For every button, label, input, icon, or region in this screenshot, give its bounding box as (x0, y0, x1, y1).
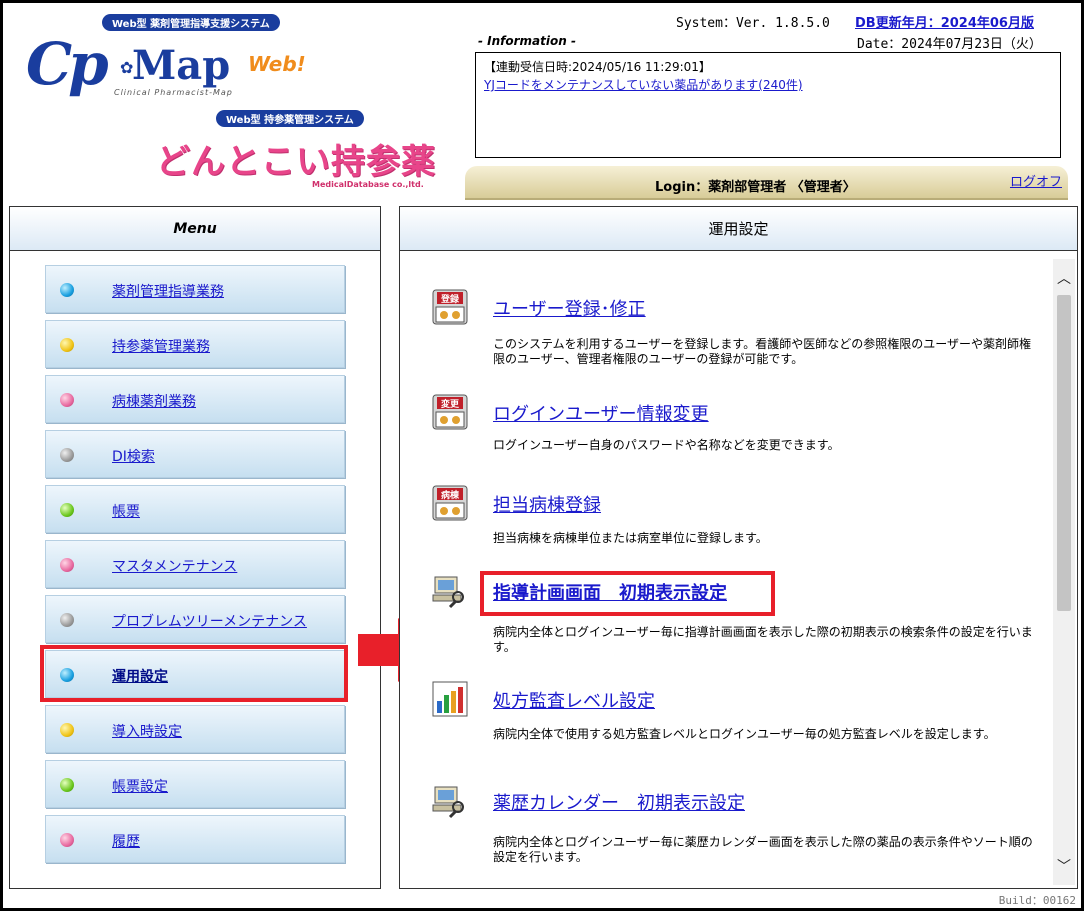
entry-title-link[interactable]: ログインユーザー情報変更 (493, 400, 709, 426)
menu-item-label[interactable]: 帳票設定 (112, 776, 168, 796)
brand-map: Map (132, 42, 231, 89)
henkou-icon: 変更 (432, 394, 468, 430)
menu-item-dounyuuji[interactable]: 導入時設定 (45, 705, 345, 753)
menu-item-chouhyou-settei[interactable]: 帳票設定 (45, 760, 345, 808)
entry-description: 病院内全体とログインユーザー毎に指導計画画面を表示した際の初期表示の検索条件の設… (493, 625, 1033, 654)
information-label: - Information - (478, 34, 576, 48)
entry-title-link[interactable]: 薬歴カレンダー 初期表示設定 (493, 789, 745, 815)
green-dot-icon (60, 503, 74, 517)
highlight-box-main (480, 571, 775, 616)
henkou-icon-text: 変更 (441, 398, 460, 410)
green-dot-icon (60, 778, 74, 792)
tagline-top: Web型 薬剤管理指導支援システム (102, 14, 280, 31)
menu-item-label[interactable]: 薬剤管理指導業務 (112, 281, 224, 301)
info-yj-link[interactable]: YJコードをメンテナンスしていない薬品があります(240件) (484, 78, 803, 92)
pink-dot-icon (60, 833, 74, 847)
entry-title-link[interactable]: ユーザー登録･修正 (493, 295, 646, 321)
touroku-icon-text: 登録 (440, 293, 460, 305)
menu-item-label[interactable]: 病棟薬剤業務 (112, 391, 196, 411)
bar-chart-icon (432, 681, 468, 717)
menu-item-label[interactable]: 導入時設定 (112, 721, 182, 741)
pink-dot-icon (60, 393, 74, 407)
gray-dot-icon (60, 613, 74, 627)
byoutou-icon-text: 病棟 (441, 489, 460, 501)
yellow-dot-icon (60, 338, 74, 352)
menu-item-master[interactable]: マスタメンテナンス (45, 540, 345, 588)
menu-item-di-search[interactable]: DI検索 (45, 430, 345, 478)
computer-tool-icon (432, 786, 464, 819)
menu-item-label[interactable]: マスタメンテナンス (112, 556, 237, 576)
entry-description: 病院内全体で使用する処方監査レベルとログインユーザー毎の処方監査レベルを設定しま… (493, 727, 996, 741)
vertical-scrollbar[interactable]: ︿ ﹀ (1053, 259, 1075, 885)
menu-item-chouhyou[interactable]: 帳票 (45, 485, 345, 533)
entry-description: ログインユーザー自身のパスワードや名称などを変更できます。 (493, 438, 840, 452)
menu-item-label[interactable]: プロブレムツリーメンテナンス (112, 611, 307, 631)
menu-item-label[interactable]: 履歴 (112, 831, 140, 851)
scroll-down-icon[interactable]: ﹀ (1053, 855, 1075, 877)
information-box: 【連動受信日時:2024/05/16 11:29:01】 YJコードをメンテナン… (475, 52, 1061, 158)
brand-web: Web! (248, 52, 306, 76)
menu-item-label[interactable]: 持参薬管理業務 (112, 336, 210, 356)
system-version: System：Ver. 1.8.5.0 (676, 16, 830, 31)
current-date: Date：2024年07月23日（火） (857, 37, 1042, 52)
menu-item-rireki[interactable]: 履歴 (45, 815, 345, 863)
brand-cp: Cp (26, 30, 109, 98)
login-user: Login：薬剤部管理者 〈管理者〉 (655, 180, 856, 195)
entry-description: 病院内全体とログインユーザー毎に薬歴カレンダー画面を表示した際の薬品の表示条件や… (493, 835, 1033, 864)
menu-item-byoutou[interactable]: 病棟薬剤業務 (45, 375, 345, 423)
touroku-icon: 登録 (432, 289, 468, 325)
entry-description: このシステムを利用するユーザーを登録します。看護師や医師などの参照権限のユーザー… (493, 337, 1031, 366)
computer-tool-icon (432, 576, 464, 609)
menu-panel: Menu 薬剤管理指導業務 持参薬管理業務 病棟薬剤業務 DI検索 帳票 マスタ… (9, 206, 381, 889)
menu-item-label[interactable]: DI検索 (112, 446, 155, 466)
db-update-link[interactable]: DB更新年月：2024年06月版 (855, 12, 1034, 31)
scroll-up-icon[interactable]: ︿ (1053, 267, 1075, 289)
menu-item-problem-tree[interactable]: プロブレムツリーメンテナンス (45, 595, 345, 643)
entry-title-link[interactable]: 処方監査レベル設定 (493, 687, 655, 713)
main-title: 運用設定 (400, 207, 1077, 251)
logo: Web型 薬剤管理指導支援システム Cp ✿ Map Web! Clinical… (20, 12, 440, 192)
highlight-box-menu (40, 645, 348, 702)
scrollbar-thumb[interactable] (1057, 295, 1071, 611)
byoutou-icon: 病棟 (432, 485, 468, 521)
pink-dot-icon (60, 558, 74, 572)
brand-subtitle: Clinical Pharmacist-Map (114, 88, 233, 97)
blue-dot-icon (60, 283, 74, 297)
login-bar: Login：薬剤部管理者 〈管理者〉 ログオフ (465, 166, 1068, 200)
menu-item-label[interactable]: 帳票 (112, 501, 140, 521)
menu-item-yakuzai[interactable]: 薬剤管理指導業務 (45, 265, 345, 313)
yellow-dot-icon (60, 723, 74, 737)
company-name: MedicalDatabase co.,ltd. (312, 180, 424, 189)
main-panel: 運用設定 登録 ユーザー登録･修正 このシステムを利用するユーザーを登録します。… (399, 206, 1078, 889)
info-received-line: 【連動受信日時:2024/05/16 11:29:01】 (484, 60, 711, 74)
entry-description: 担当病棟を病棟単位または病室単位に登録します。 (493, 531, 768, 545)
menu-item-jisanyaku[interactable]: 持参薬管理業務 (45, 320, 345, 368)
menu-title: Menu (10, 207, 380, 251)
tagline-mid: Web型 持参薬管理システム (216, 110, 364, 127)
brand-dontokoi: どんとこい持参薬 (156, 142, 436, 182)
logoff-link[interactable]: ログオフ (1010, 171, 1062, 190)
build-number: Build：00162 (998, 894, 1076, 907)
entry-title-link[interactable]: 担当病棟登録 (493, 491, 601, 517)
gray-dot-icon (60, 448, 74, 462)
